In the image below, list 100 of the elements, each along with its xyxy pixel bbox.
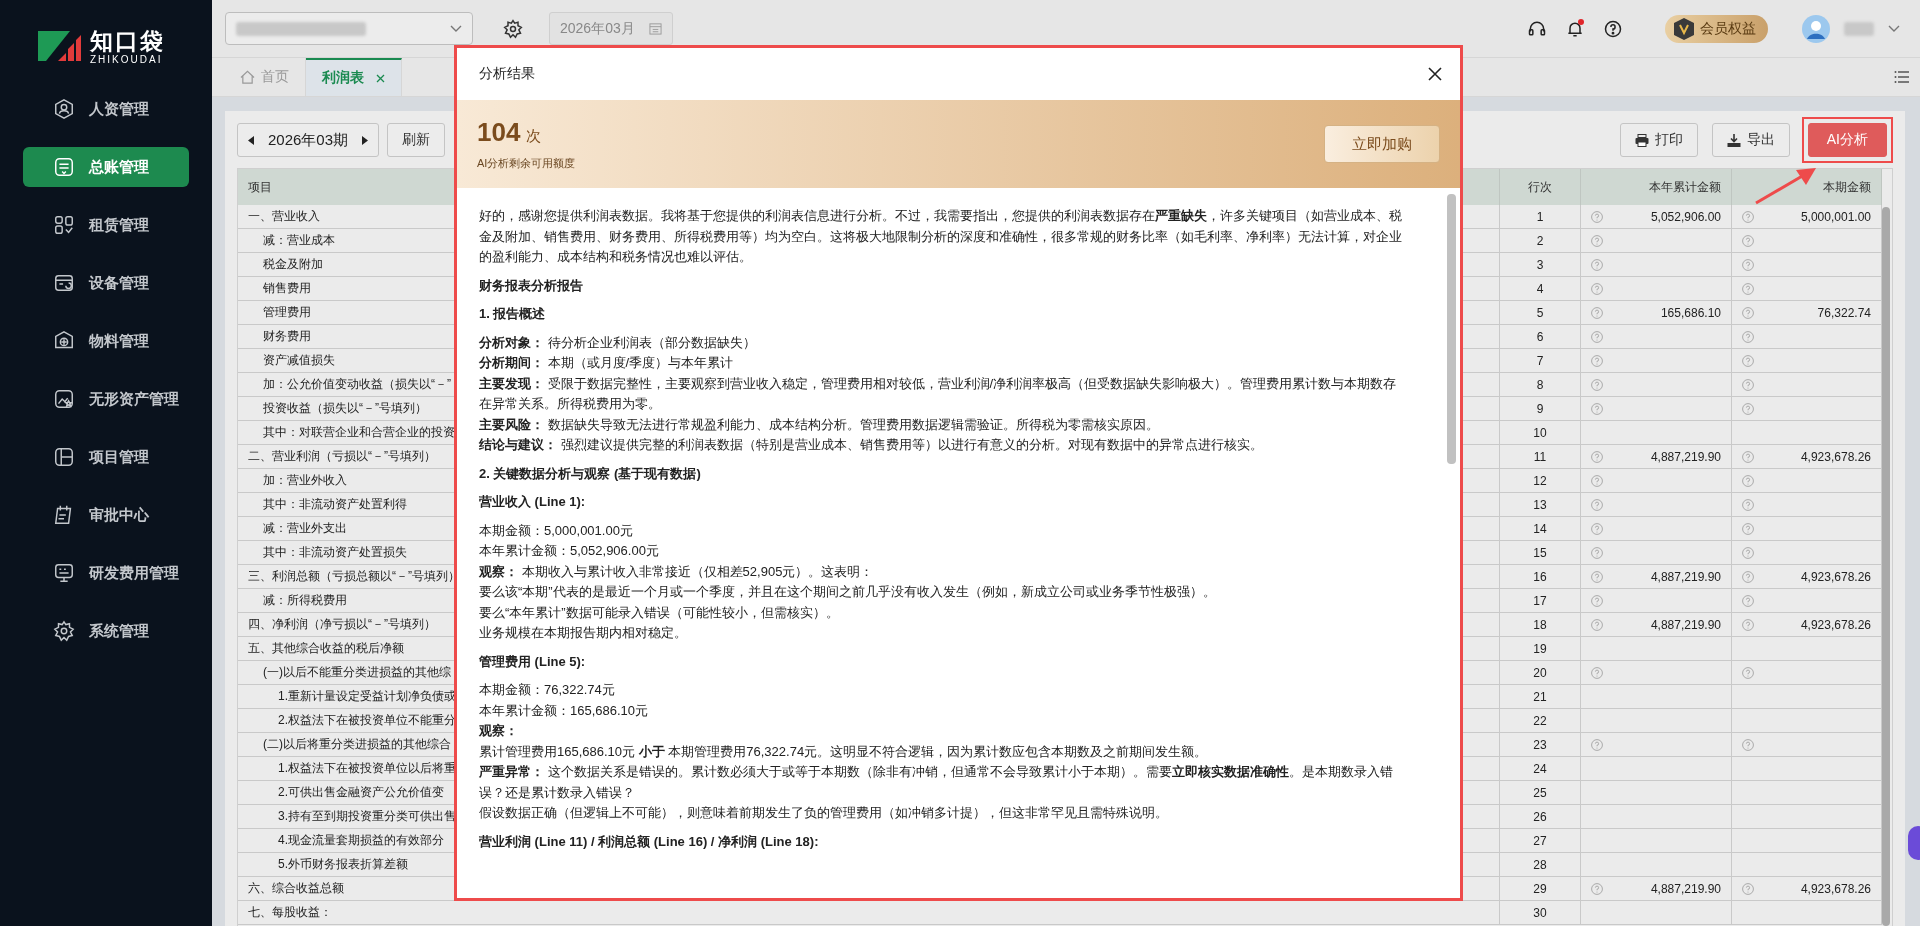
settings-icon: [53, 620, 75, 642]
paragraph: 本年累计金额：5,052,906.00元: [479, 542, 660, 560]
paragraph: 分析期间： 本期（或月度/季度）与本年累计: [479, 354, 735, 372]
sidebar-item[interactable]: 人资管理: [23, 89, 189, 129]
table-cell: 18: [1500, 613, 1581, 637]
paragraph: 分析对象： 待分析企业利润表（部分数据缺失）: [479, 333, 757, 352]
section-heading: 1. 报告概述: [479, 305, 547, 323]
table-cell: 10: [1500, 421, 1581, 445]
table-cell: 29: [1500, 877, 1581, 901]
column-header: 行次: [1500, 169, 1581, 205]
printer-icon: [1634, 133, 1649, 147]
table-cell: 23: [1500, 733, 1581, 757]
table-cell: 27: [1500, 829, 1581, 853]
table-cell: 11: [1500, 445, 1581, 469]
paragraph: 本期金额：5,000,001.00元: [479, 521, 634, 540]
period-picker[interactable]: 2026年03期: [237, 123, 380, 157]
company-dropdown[interactable]: [225, 12, 473, 45]
sidebar-item[interactable]: 物料管理: [23, 321, 189, 361]
scrollbar[interactable]: [1882, 207, 1890, 926]
table-cell: 21: [1500, 685, 1581, 709]
table-cell: 9: [1500, 397, 1581, 421]
amount-text: 4,923,678.26: [1800, 617, 1871, 632]
section-heading: 营业利润 (Line 11) / 利润总额 (Line 16) / 净利润 (Line 18):: [479, 832, 820, 851]
table-cell: 17: [1500, 589, 1581, 613]
sidebar-item[interactable]: 租赁管理: [23, 205, 189, 245]
caret-icon: [450, 24, 462, 33]
ai-analysis-button[interactable]: AI分析: [1807, 123, 1887, 157]
sidebar-item[interactable]: 无形资产管理: [23, 379, 189, 419]
vip-badge[interactable]: 会员权益: [1665, 14, 1768, 43]
amount-text: 76,322.74: [1817, 305, 1871, 320]
table-cell: 20: [1500, 661, 1581, 685]
previous-icon[interactable]: [248, 135, 254, 145]
section-heading: 财务报表分析报告: [479, 276, 584, 295]
sidebar-item[interactable]: 研发费用管理: [23, 553, 189, 593]
amount-text: 4,887,219.90: [1650, 881, 1721, 896]
logo-name: 知口袋: [90, 27, 165, 54]
layout-icon: [53, 446, 75, 468]
amount-text: 165,686.10: [1660, 305, 1721, 320]
amount-text: 4,923,678.26: [1800, 449, 1871, 464]
table-cell: 25: [1500, 781, 1581, 805]
table-cell: 13: [1500, 493, 1581, 517]
amount-text: 4,923,678.26: [1800, 881, 1871, 896]
home-icon: [240, 70, 255, 84]
column-header: 本期金额: [1732, 169, 1882, 205]
dialog-title: 分析结果: [479, 65, 535, 83]
quota-label: AI分析剩余可用额度: [477, 156, 576, 171]
amount-text: 5,052,906.00: [1650, 209, 1721, 224]
table-cell: 4: [1500, 277, 1581, 301]
amount-text: 5,000,001.00: [1800, 209, 1871, 224]
user-icon: [53, 98, 75, 120]
grid-icon: [53, 214, 75, 236]
shield-icon: [1673, 16, 1695, 41]
pointer-arrow: [1755, 168, 1816, 205]
amount-text: 4,923,678.26: [1800, 569, 1871, 584]
table-cell: 15: [1500, 541, 1581, 565]
sidebar-item[interactable]: 总账管理: [23, 147, 189, 187]
sidebar-item[interactable]: 项目管理: [23, 437, 189, 477]
refresh-button[interactable]: 刷新: [387, 123, 446, 157]
table-cell: 7: [1500, 349, 1581, 373]
print-button[interactable]: 打印: [1619, 123, 1698, 157]
amount-text: 4,887,219.90: [1650, 449, 1721, 464]
settings-icon[interactable]: [503, 18, 523, 39]
buy-button[interactable]: 立即加购: [1324, 125, 1440, 163]
paragraph: 假设数据正确（但逻辑上不可能），则意味着前期发生了负的管理费用（如冲销多计提），但这非常罕见且需特殊说明。: [479, 804, 1169, 822]
download-icon: [1726, 133, 1741, 147]
help-icon[interactable]: [1603, 18, 1623, 39]
logo-subtitle: ZHIKOUDAI: [90, 53, 164, 65]
table-cell: 3: [1500, 253, 1581, 277]
export-button[interactable]: 导出: [1711, 123, 1790, 157]
table-cell: 26: [1500, 805, 1581, 829]
avatar-icon[interactable]: [1802, 14, 1830, 43]
paragraph: 观察： 本期收入与累计收入非常接近（仅相差52,905元）。这表明：: [479, 562, 875, 581]
amount-text: 4,887,219.90: [1650, 569, 1721, 584]
amount-text: 4,887,219.90: [1650, 617, 1721, 632]
table-cell: 24: [1500, 757, 1581, 781]
close-icon[interactable]: [1428, 67, 1442, 81]
table-cell: 2: [1500, 229, 1581, 253]
sidebar-item[interactable]: 设备管理: [23, 263, 189, 303]
table-cell: 6: [1500, 325, 1581, 349]
table-cell: 5: [1500, 301, 1581, 325]
table-cell: 16: [1500, 565, 1581, 589]
next-icon[interactable]: [362, 135, 369, 145]
bell-icon[interactable]: [1565, 18, 1585, 39]
monitor-icon: [53, 562, 75, 584]
sidebar-item[interactable]: 审批中心: [23, 495, 189, 535]
table-cell: 8: [1500, 373, 1581, 397]
table-cell: 14: [1500, 517, 1581, 541]
table-cell: 30: [1500, 901, 1581, 925]
table-cell: 1: [1500, 205, 1581, 229]
image-icon: [53, 388, 75, 410]
table-cell: 19: [1500, 637, 1581, 661]
table-cell: 28: [1500, 853, 1581, 877]
sidebar-item[interactable]: 系统管理: [23, 611, 189, 651]
device-icon: [53, 272, 75, 294]
ledger-icon: [53, 156, 75, 178]
calendar-icon: [649, 22, 662, 35]
list-icon[interactable]: [1894, 70, 1910, 84]
table-cell: 12: [1500, 469, 1581, 493]
table-cell: 22: [1500, 709, 1581, 733]
caret-icon[interactable]: [1888, 24, 1900, 33]
